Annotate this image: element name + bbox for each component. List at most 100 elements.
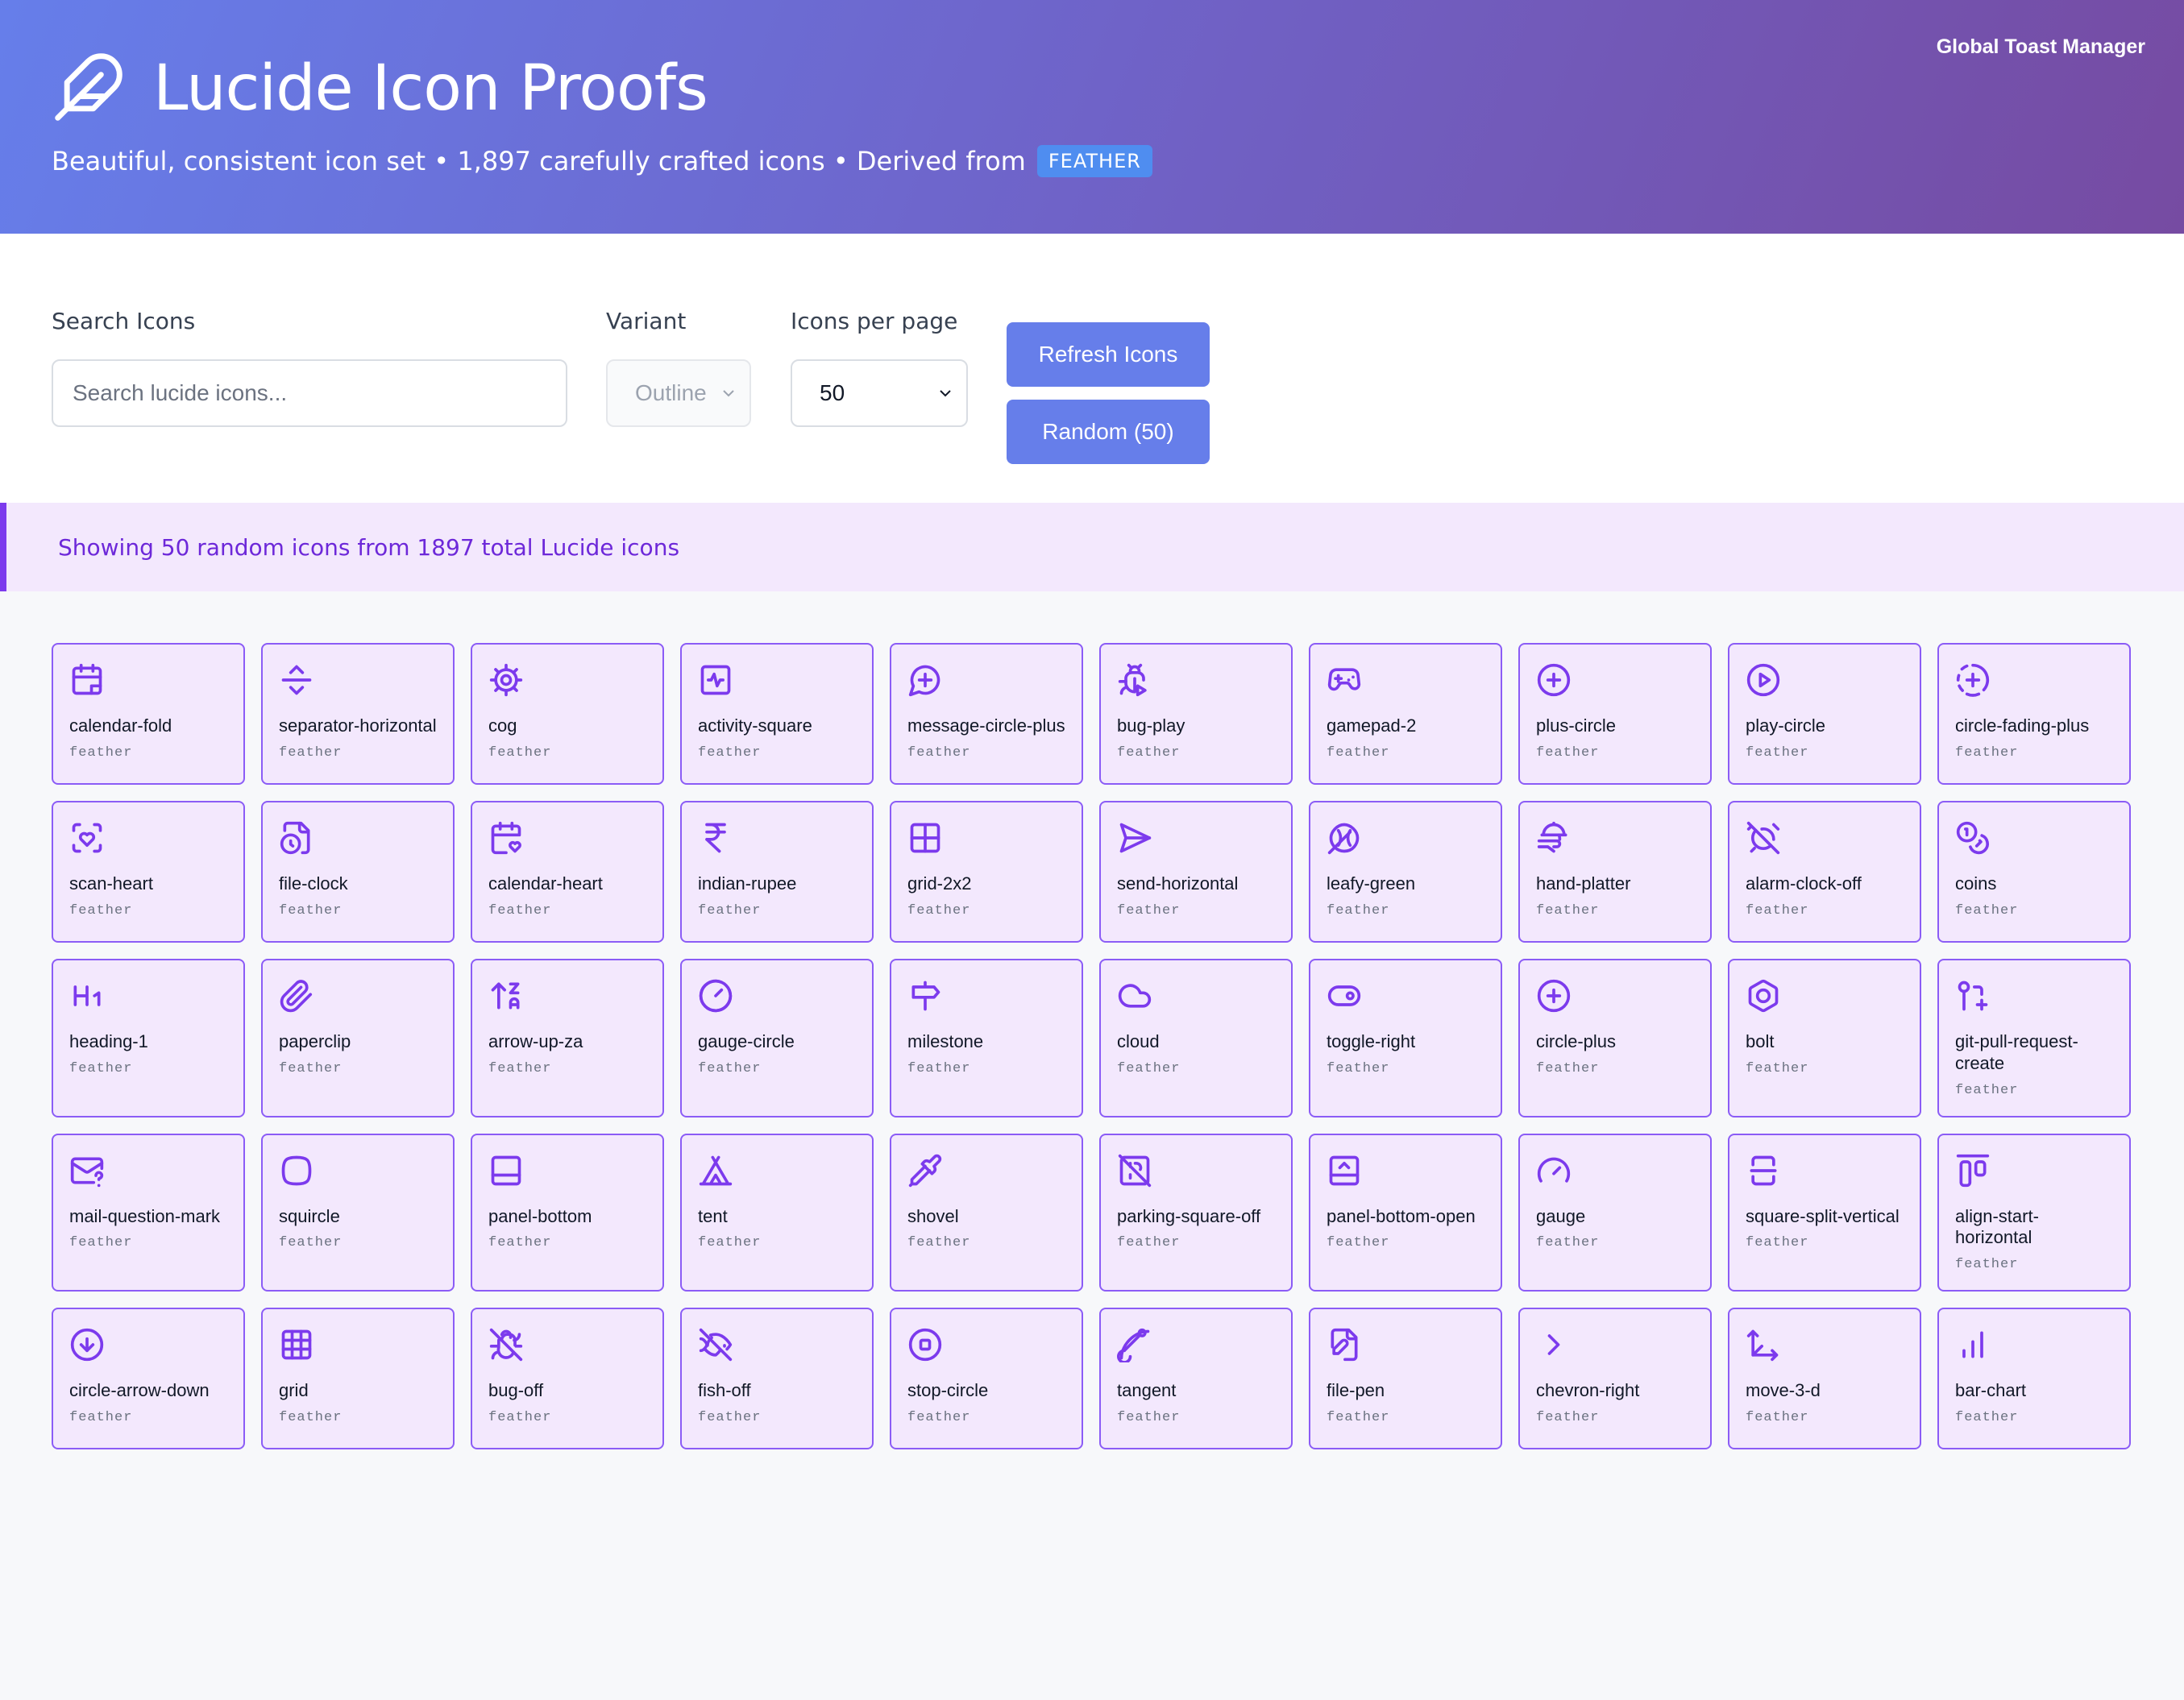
- icon-card[interactable]: tangent feather: [1099, 1308, 1293, 1450]
- global-toast-manager-link[interactable]: Global Toast Manager: [1937, 35, 2145, 59]
- icon-card[interactable]: git-pull-request-create feather: [1937, 959, 2131, 1117]
- icon-card[interactable]: calendar-fold feather: [52, 643, 245, 785]
- icon-card[interactable]: shovel feather: [890, 1133, 1083, 1292]
- icon-card[interactable]: gauge-circle feather: [680, 959, 874, 1117]
- icon-variant: feather: [1117, 902, 1181, 918]
- variant-select[interactable]: Outline: [606, 359, 751, 427]
- icon-card[interactable]: activity-square feather: [680, 643, 874, 785]
- icon-card[interactable]: heading-1 feather: [52, 959, 245, 1117]
- gauge-icon: [1536, 1153, 1694, 1188]
- icon-card[interactable]: plus-circle feather: [1518, 643, 1712, 785]
- icon-variant: feather: [698, 902, 762, 918]
- icon-card[interactable]: bug-off feather: [471, 1308, 664, 1450]
- icon-name: align-start-horizontal: [1955, 1205, 2039, 1248]
- icon-card[interactable]: paperclip feather: [261, 959, 455, 1117]
- icon-variant: feather: [1955, 902, 2019, 918]
- mail-question-mark-icon: [69, 1153, 227, 1188]
- per-page-select[interactable]: 50: [791, 359, 968, 427]
- message-circle-plus-icon: [907, 662, 1065, 698]
- icon-card[interactable]: cloud feather: [1099, 959, 1293, 1117]
- icon-variant: feather: [1746, 744, 1809, 761]
- icon-card[interactable]: bug-play feather: [1099, 643, 1293, 785]
- icon-variant: feather: [1955, 1082, 2019, 1098]
- gamepad-2-icon: [1327, 662, 1484, 698]
- icon-card[interactable]: circle-plus feather: [1518, 959, 1712, 1117]
- icon-card[interactable]: gauge feather: [1518, 1133, 1712, 1292]
- per-page-value: 50: [820, 380, 845, 405]
- icon-card[interactable]: file-clock feather: [261, 801, 455, 943]
- icon-name: chevron-right: [1536, 1380, 1640, 1401]
- icon-name: alarm-clock-off: [1746, 873, 1862, 894]
- icon-card[interactable]: gamepad-2 feather: [1309, 643, 1502, 785]
- icon-variant: feather: [279, 1410, 343, 1426]
- page-subtitle: Beautiful, consistent icon set • 1,897 c…: [52, 145, 2132, 177]
- chevron-down-icon: [940, 390, 951, 397]
- icon-card[interactable]: stop-circle feather: [890, 1308, 1083, 1450]
- icon-name: fish-off: [698, 1380, 751, 1401]
- icon-card[interactable]: fish-off feather: [680, 1308, 874, 1450]
- icon-card[interactable]: send-horizontal feather: [1099, 801, 1293, 943]
- icon-variant: feather: [1327, 744, 1390, 761]
- random-icons-button[interactable]: Random (50): [1007, 400, 1210, 464]
- icon-card[interactable]: scan-heart feather: [52, 801, 245, 943]
- icon-card[interactable]: tent feather: [680, 1133, 874, 1292]
- icon-variant: feather: [1955, 1257, 2019, 1273]
- icon-name: stop-circle: [907, 1380, 989, 1401]
- calendar-heart-icon: [488, 820, 646, 856]
- icon-variant: feather: [1536, 902, 1600, 918]
- icon-card[interactable]: square-split-vertical feather: [1728, 1133, 1921, 1292]
- icon-card[interactable]: move-3-d feather: [1728, 1308, 1921, 1450]
- icon-variant: feather: [1536, 1235, 1600, 1251]
- icon-card[interactable]: circle-fading-plus feather: [1937, 643, 2131, 785]
- icon-card[interactable]: leafy-green feather: [1309, 801, 1502, 943]
- icon-card[interactable]: indian-rupee feather: [680, 801, 874, 943]
- search-input[interactable]: Search lucide icons...: [52, 359, 567, 427]
- icon-name: gauge: [1536, 1205, 1586, 1226]
- icon-name: calendar-heart: [488, 873, 603, 894]
- icon-name: toggle-right: [1327, 1031, 1416, 1051]
- icon-variant: feather: [488, 1410, 552, 1426]
- grid-icon: [279, 1327, 437, 1362]
- icon-variant: feather: [69, 902, 133, 918]
- icon-card[interactable]: message-circle-plus feather: [890, 643, 1083, 785]
- icon-card[interactable]: panel-bottom feather: [471, 1133, 664, 1292]
- icon-card[interactable]: play-circle feather: [1728, 643, 1921, 785]
- shovel-icon: [907, 1153, 1065, 1188]
- icon-card[interactable]: squircle feather: [261, 1133, 455, 1292]
- icon-name: circle-plus: [1536, 1031, 1617, 1051]
- title-row: Lucide Icon Proofs: [52, 50, 2132, 127]
- icon-card[interactable]: circle-arrow-down feather: [52, 1308, 245, 1450]
- icon-card[interactable]: alarm-clock-off feather: [1728, 801, 1921, 943]
- page-header: Lucide Icon Proofs Beautiful, consistent…: [0, 0, 2184, 234]
- icon-card[interactable]: arrow-up-za feather: [471, 959, 664, 1117]
- icon-card[interactable]: separator-horizontal feather: [261, 643, 455, 785]
- icon-name: git-pull-request-create: [1955, 1031, 2078, 1073]
- icon-card[interactable]: milestone feather: [890, 959, 1083, 1117]
- icon-card[interactable]: mail-question-mark feather: [52, 1133, 245, 1292]
- icon-variant: feather: [698, 1235, 762, 1251]
- icon-card[interactable]: toggle-right feather: [1309, 959, 1502, 1117]
- info-message: Showing 50 random icons from 1897 total …: [58, 533, 680, 561]
- refresh-icons-button[interactable]: Refresh Icons: [1007, 322, 1210, 387]
- icon-card[interactable]: align-start-horizontal feather: [1937, 1133, 2131, 1292]
- icon-card[interactable]: grid feather: [261, 1308, 455, 1450]
- info-banner: Showing 50 random icons from 1897 total …: [0, 503, 2184, 591]
- icon-card[interactable]: bolt feather: [1728, 959, 1921, 1117]
- icon-variant: feather: [1746, 1060, 1809, 1076]
- indian-rupee-icon: [698, 820, 856, 856]
- icon-card[interactable]: cog feather: [471, 643, 664, 785]
- icon-card[interactable]: parking-square-off feather: [1099, 1133, 1293, 1292]
- icon-card[interactable]: panel-bottom-open feather: [1309, 1133, 1502, 1292]
- icon-variant: feather: [1327, 902, 1390, 918]
- icon-card[interactable]: coins feather: [1937, 801, 2131, 943]
- icon-variant: feather: [907, 902, 971, 918]
- icon-variant: feather: [69, 1235, 133, 1251]
- icon-card[interactable]: hand-platter feather: [1518, 801, 1712, 943]
- icon-card[interactable]: file-pen feather: [1309, 1308, 1502, 1450]
- icon-card[interactable]: bar-chart feather: [1937, 1308, 2131, 1450]
- icon-card[interactable]: grid-2x2 feather: [890, 801, 1083, 943]
- icon-card[interactable]: calendar-heart feather: [471, 801, 664, 943]
- icon-card[interactable]: chevron-right feather: [1518, 1308, 1712, 1450]
- search-label: Search Icons: [52, 308, 196, 334]
- coins-icon: [1955, 820, 2113, 856]
